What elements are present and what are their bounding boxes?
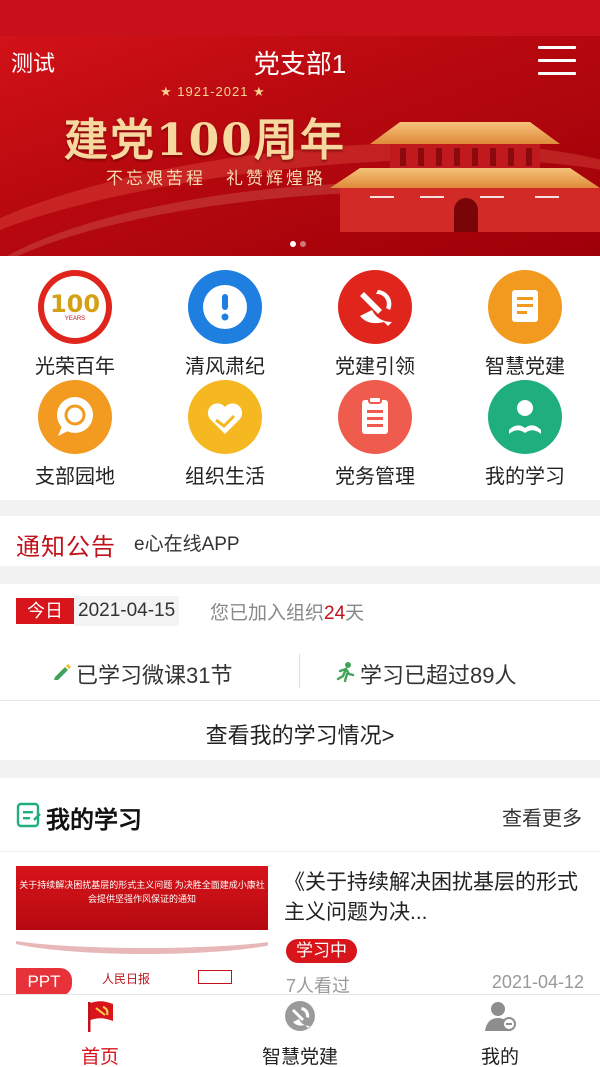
divider (0, 851, 600, 852)
today-date: 2021-04-15 (74, 596, 180, 626)
newspaper-logo-icon: 人民日报 (102, 972, 151, 986)
course-type-badge: PPT (16, 968, 72, 996)
course-date: 2021-04-12 (491, 972, 584, 992)
grid-label: 组织生活 (185, 466, 265, 488)
joined-days-text: 您已加入组织24天 (210, 603, 365, 624)
notice-bar[interactable]: 通知公告 e心在线APP (0, 516, 600, 566)
status-strip (0, 0, 600, 36)
grid-item-party-affairs[interactable]: 党务管理 (300, 366, 450, 488)
view-more-link[interactable]: 查看更多 (502, 802, 582, 831)
course-title: 《关于持续解决困扰基层的形式主义问题为决... (284, 871, 578, 924)
study-stats-card: 今日 2021-04-15 您已加入组织24天 已学习微课31节 学习已超过89… (0, 584, 600, 760)
tab-label: 首页 (80, 1047, 119, 1067)
bottom-tab-bar: 首页 智慧党建 我的 (0, 994, 600, 1067)
divider (0, 700, 600, 701)
today-badge: 今日 (16, 598, 74, 624)
centennial-icon: 100 YEARS (38, 270, 112, 344)
grid-item-org-life[interactable]: 组织生活 (150, 366, 300, 488)
study-list-icon (16, 802, 41, 828)
status-badge: 学习中 (286, 939, 357, 963)
page-title: 党支部1 (253, 49, 347, 79)
grid-item-centennial[interactable]: 100 YEARS 光荣百年 (0, 256, 150, 378)
grid-item-branch-garden[interactable]: 支部园地 (0, 366, 150, 488)
party-emblem-icon (338, 270, 412, 344)
tab-label: 我的 (480, 1047, 519, 1067)
hammer-sickle-icon (285, 1001, 315, 1031)
banner-slogan: 不忘艰苦程 礼赞辉煌路 (106, 169, 326, 188)
heart-hand-icon (188, 380, 262, 454)
surpassed-stat: 学习已超过89人 (360, 663, 517, 688)
reader-icon (488, 380, 562, 454)
banner-headline: 建党100周年 (64, 115, 346, 166)
pencil-icon (54, 664, 71, 680)
feature-grid: 100 YEARS 光荣百年 清风肃纪 党建引领 智慧党建 支部园地 组织生活 (0, 256, 600, 500)
grid-item-my-study[interactable]: 我的学习 (450, 366, 600, 488)
grid-label: 我的学习 (485, 466, 565, 488)
micro-courses-stat: 已学习微课31节 (76, 663, 233, 688)
clipboard-icon (338, 380, 412, 454)
tiananmen-illustration (330, 122, 600, 232)
stat-divider (299, 654, 300, 688)
grid-item-discipline[interactable]: 清风肃纪 (150, 256, 300, 378)
view-my-study-link[interactable]: 查看我的学习情况> (0, 718, 600, 750)
notice-heading: 通知公告 (16, 533, 116, 561)
user-icon (485, 1002, 516, 1031)
grid-item-party-lead[interactable]: 党建引领 (300, 256, 450, 378)
joined-days-count: 24 (324, 603, 346, 624)
carousel-indicator[interactable] (290, 234, 310, 252)
chat-bubble-icon (38, 380, 112, 454)
tab-mine[interactable]: 我的 (400, 995, 600, 1067)
top-banner[interactable]: 测试 党支部1 ★ 1921-2021 ★ 建党100周年 不忘艰苦程 礼赞辉煌… (0, 0, 600, 256)
media-logo-icon (198, 970, 232, 984)
book-icon (488, 270, 562, 344)
notice-text[interactable]: e心在线APP (134, 529, 240, 556)
grid-label: 党务管理 (335, 466, 415, 488)
alert-icon (188, 270, 262, 344)
banner-years: ★ 1921-2021 ★ (160, 84, 266, 99)
grid-item-smart-party[interactable]: 智慧党建 (450, 256, 600, 378)
party-flag-icon (88, 1001, 113, 1032)
tab-smart-party[interactable]: 智慧党建 (200, 995, 400, 1067)
section-title: 我的学习 (46, 807, 142, 834)
course-item[interactable]: 关于持续解决困扰基层的形式主义问题 为决胜全面建成小康社会提供坚强作风保证的通知… (16, 866, 584, 998)
tab-label: 智慧党建 (261, 1047, 338, 1067)
thumbnail-text: 关于持续解决困扰基层的形式主义问题 为决胜全面建成小康社会提供坚强作风保证的通知 (19, 880, 265, 904)
menu-button[interactable] (538, 44, 576, 76)
tab-home[interactable]: 首页 (0, 995, 200, 1067)
my-study-section: 我的学习 查看更多 关于持续解决困扰基层的形式主义问题 为决胜全面建成小康社会提… (0, 778, 600, 998)
grid-label: 支部园地 (35, 466, 115, 488)
runner-icon (336, 662, 355, 683)
